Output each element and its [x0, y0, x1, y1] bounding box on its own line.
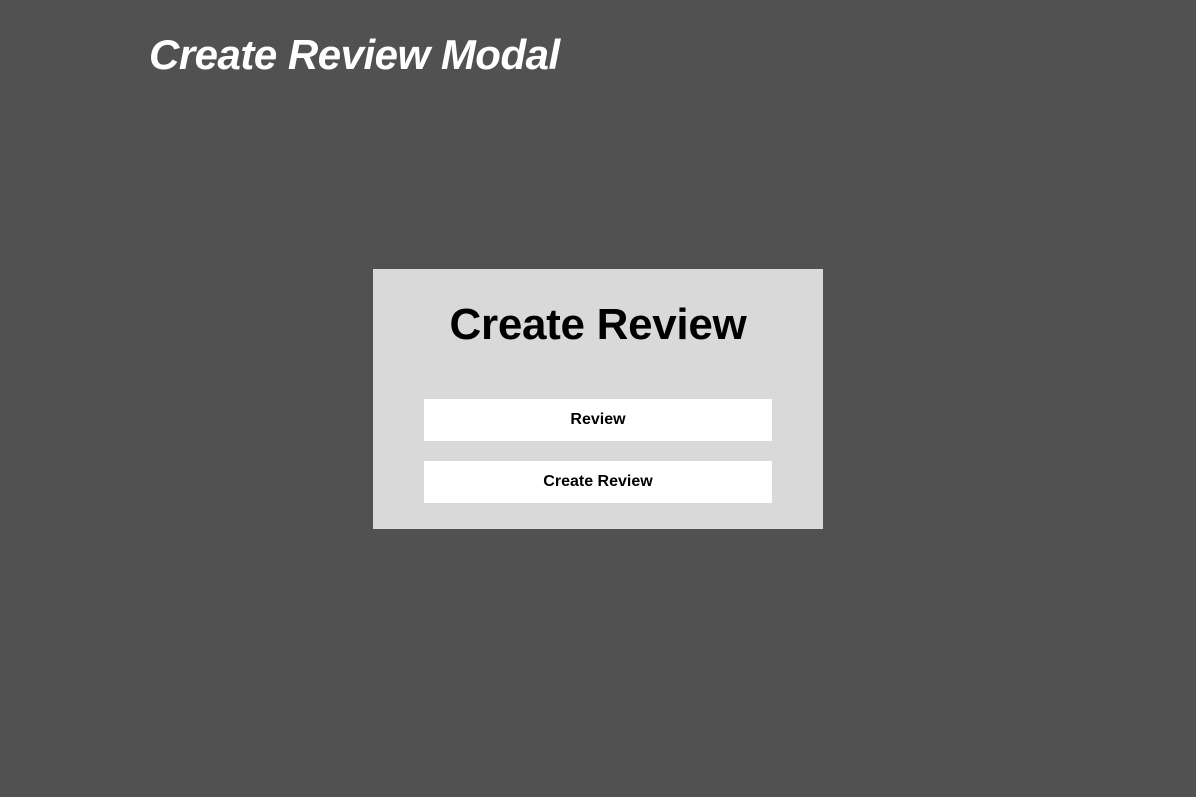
modal-title: Create Review [449, 300, 747, 349]
create-review-button[interactable]: Create Review [424, 461, 772, 503]
create-review-modal: Create Review Review Create Review [373, 269, 823, 529]
page-title: Create Review Modal [149, 31, 560, 78]
review-input[interactable]: Review [424, 399, 772, 441]
